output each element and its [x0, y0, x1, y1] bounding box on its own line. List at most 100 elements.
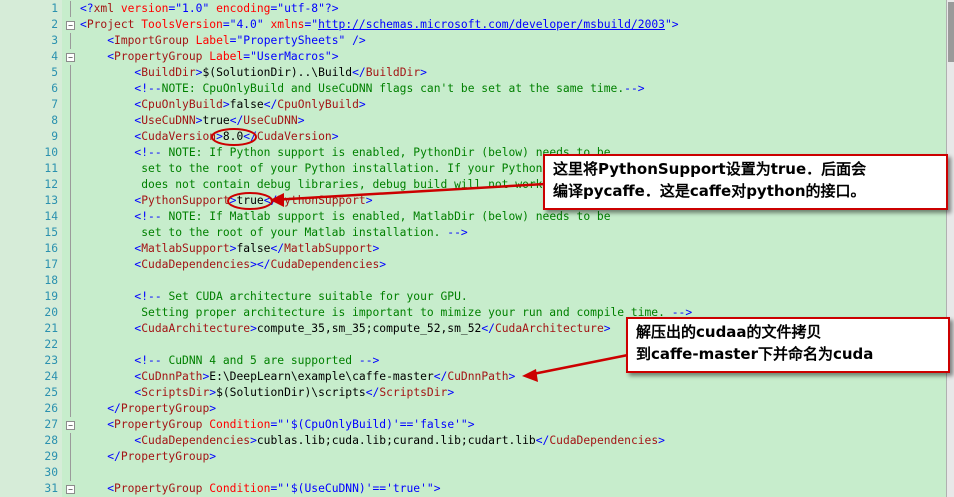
- code-line[interactable]: 15 set to the root of your Matlab instal…: [0, 225, 946, 241]
- code-token: Setting proper architecture is important…: [80, 306, 672, 319]
- code-token: </: [107, 450, 121, 463]
- code-text: <CudaDependencies>cublas.lib;cuda.lib;cu…: [80, 433, 665, 449]
- code-text: </PropertyGroup>: [80, 401, 216, 417]
- collapse-toggle-icon[interactable]: −: [66, 53, 75, 62]
- scrollbar-thumb[interactable]: [948, 2, 954, 62]
- line-number: 11: [44, 162, 58, 175]
- code-token: UseCuDNN: [243, 114, 298, 127]
- line-number: 2: [51, 18, 58, 31]
- code-line[interactable]: 5 <BuildDir>$(SolutionDir)..\Build</Buil…: [0, 65, 946, 81]
- code-line[interactable]: 2− <Project ToolsVersion="4.0" xmlns="htt…: [0, 17, 946, 33]
- code-token: $(SolutionDir)..\Build: [202, 66, 353, 79]
- code-token: -->: [358, 354, 380, 367]
- code-text: <ImportGroup Label="PropertySheets" />: [80, 33, 366, 49]
- callout-cudnn-path: 解压出的cudaa的文件拷贝 到caffe-master下并命名为cuda: [626, 317, 950, 373]
- code-line[interactable]: 29 </PropertyGroup>: [0, 449, 946, 465]
- code-line[interactable]: 27− <PropertyGroup Condition="'$(CpuOnly…: [0, 417, 946, 433]
- code-token: <!--: [134, 82, 162, 95]
- code-line[interactable]: 1 <?xml version="1.0" encoding="utf-8"?>: [0, 1, 946, 17]
- code-token: version: [114, 2, 169, 15]
- code-line[interactable]: 8 <UseCuDNN>true</UseCuDNN>: [0, 113, 946, 129]
- code-token: NOTE: If Matlab support is enabled, Matl…: [161, 210, 611, 223]
- code-text: <PropertyGroup Label="UserMacros">: [80, 49, 338, 65]
- code-token: "'$(CpuOnlyBuild)'=='false'": [277, 418, 468, 431]
- code-line[interactable]: 4− <PropertyGroup Label="UserMacros">: [0, 49, 946, 65]
- code-line[interactable]: 16 <MatlabSupport>false</MatlabSupport>: [0, 241, 946, 257]
- callout-python-support-line-2: 编译pycaffe．这是caffe对python的接口。: [553, 182, 866, 200]
- code-token: CuDnnPath: [447, 370, 509, 383]
- fold-guide-line: [70, 161, 71, 177]
- collapse-toggle-icon[interactable]: −: [66, 21, 75, 30]
- line-number: 4: [51, 50, 58, 63]
- line-number: 23: [44, 354, 58, 367]
- code-token: CudaArchitecture: [494, 322, 604, 335]
- code-text: <CudaArchitecture>compute_35,sm_35;compu…: [80, 321, 611, 337]
- fold-guide-line: [70, 33, 71, 49]
- code-editor[interactable]: 1 <?xml version="1.0" encoding="utf-8"?> 2…: [0, 0, 946, 497]
- fold-guide-line: [70, 289, 71, 305]
- code-token: </: [481, 322, 495, 335]
- code-text: <Project ToolsVersion="4.0" xmlns="http:…: [80, 17, 679, 33]
- code-line[interactable]: 30: [0, 465, 946, 481]
- code-token: </: [243, 130, 257, 143]
- code-token: CudaVersion: [141, 130, 217, 143]
- code-token: xml: [93, 2, 115, 15]
- code-line[interactable]: 6 <!--NOTE: CpuOnlyBuild and UseCuDNN fl…: [0, 81, 946, 97]
- code-line[interactable]: 7 <CpuOnlyBuild>false</CpuOnlyBuild>: [0, 97, 946, 113]
- fold-guide-line: [70, 65, 71, 81]
- vertical-scrollbar[interactable]: [946, 0, 954, 497]
- code-token: cublas.lib;cuda.lib;curand.lib;cudart.li…: [256, 434, 536, 447]
- code-token: Label: [188, 34, 230, 47]
- line-number: 21: [44, 322, 58, 335]
- code-token: CuDnnPath: [141, 370, 203, 383]
- line-number: 15: [44, 226, 58, 239]
- code-token: does not contain debug libraries, debug …: [80, 178, 557, 191]
- code-line[interactable]: 18: [0, 273, 946, 289]
- code-token: </: [433, 370, 448, 383]
- code-text: does not contain debug libraries, debug …: [80, 177, 576, 193]
- code-token: ImportGroup: [114, 34, 189, 47]
- code-token: <!--: [134, 290, 162, 303]
- code-line[interactable]: 31− <PropertyGroup Condition="'$(UseCuDN…: [0, 481, 946, 497]
- collapse-toggle-icon[interactable]: −: [66, 421, 75, 430]
- code-text: <!-- CuDNN 4 and 5 are supported -->: [80, 353, 379, 369]
- line-number: 5: [51, 66, 58, 79]
- code-token: >: [358, 98, 366, 111]
- fold-guide-line: [70, 321, 71, 337]
- fold-guide-line: [70, 129, 71, 145]
- code-line[interactable]: 9 <CudaVersion>8.0</CudaVersion>: [0, 129, 946, 145]
- code-text: <CudaDependencies></CudaDependencies>: [80, 257, 386, 273]
- code-token: ToolsVersion: [134, 18, 223, 31]
- code-line[interactable]: 14 <!-- NOTE: If Matlab support is enabl…: [0, 209, 946, 225]
- code-token: CudaVersion: [256, 130, 332, 143]
- code-token: "UserMacros": [250, 50, 332, 63]
- code-token: <: [107, 34, 115, 47]
- code-token: </: [263, 98, 278, 111]
- line-number: 31: [44, 482, 58, 495]
- code-token: 8.0: [222, 130, 244, 143]
- code-token: false: [229, 98, 264, 111]
- code-token: </: [365, 386, 380, 399]
- code-token: PythonSupport: [277, 194, 366, 207]
- code-token: </: [229, 114, 244, 127]
- code-line[interactable]: 17 <CudaDependencies></CudaDependencies>: [0, 257, 946, 273]
- fold-guide-line: [70, 385, 71, 401]
- code-token: "utf-8": [277, 2, 325, 15]
- collapse-toggle-icon[interactable]: −: [66, 485, 75, 494]
- code-token: >: [603, 322, 611, 335]
- code-line[interactable]: 28 <CudaDependencies>cublas.lib;cuda.lib…: [0, 433, 946, 449]
- code-text: <!-- NOTE: If Python support is enabled,…: [80, 145, 610, 161]
- code-line[interactable]: 25 <ScriptsDir>$(SolutionDir)\scripts</S…: [0, 385, 946, 401]
- code-line[interactable]: 26 </PropertyGroup>: [0, 401, 946, 417]
- code-line[interactable]: 3 <ImportGroup Label="PropertySheets" />: [0, 33, 946, 49]
- code-line[interactable]: 19 <!-- Set CUDA architecture suitable f…: [0, 289, 946, 305]
- code-token: >: [297, 114, 305, 127]
- code-token: Label: [202, 50, 244, 63]
- code-token: set to the root of your Matlab installat…: [80, 226, 448, 239]
- fold-guide-line: [70, 145, 71, 161]
